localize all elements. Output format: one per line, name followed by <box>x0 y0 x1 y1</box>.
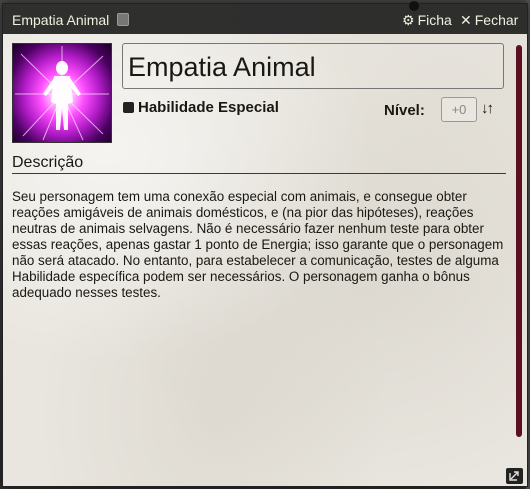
item-type-label: Habilidade Especial <box>138 99 279 116</box>
item-portrait-image[interactable] <box>12 43 112 143</box>
description-text[interactable]: Seu personagem tem uma conexão especial … <box>12 189 508 301</box>
sort-arrows-icon[interactable]: ↓↑ <box>481 100 494 117</box>
close-label: Fechar <box>474 12 519 28</box>
window-titlebar[interactable]: Empatia Animal ⚙ Ficha ✕ Fechar <box>3 1 527 34</box>
resize-handle[interactable] <box>506 468 523 484</box>
content-scrollbar[interactable] <box>516 45 522 437</box>
description-heading: Descrição <box>12 154 84 171</box>
gear-icon: ⚙ <box>402 12 415 28</box>
resize-arrows-icon <box>509 471 519 481</box>
notification-dot-icon <box>409 1 419 11</box>
glowing-figure-icon <box>15 46 109 141</box>
level-label: Nível: <box>384 102 425 119</box>
sheet-config-button[interactable]: ⚙ Ficha <box>402 12 452 29</box>
section-divider <box>12 173 506 174</box>
close-button[interactable]: ✕ Fechar <box>460 12 518 29</box>
item-type-icon <box>123 102 134 113</box>
close-icon: ✕ <box>460 12 472 28</box>
window-title: Empatia Animal <box>12 12 130 28</box>
item-sheet-window: Empatia Animal ⚙ Ficha ✕ Fechar Empatia An… <box>2 1 528 487</box>
document-id-icon[interactable] <box>117 13 130 26</box>
sheet-config-label: Ficha <box>417 12 452 28</box>
item-name-field[interactable]: Empatia Animal <box>122 43 504 89</box>
window-title-text: Empatia Animal <box>12 12 110 28</box>
level-input[interactable]: +0 <box>441 97 477 122</box>
